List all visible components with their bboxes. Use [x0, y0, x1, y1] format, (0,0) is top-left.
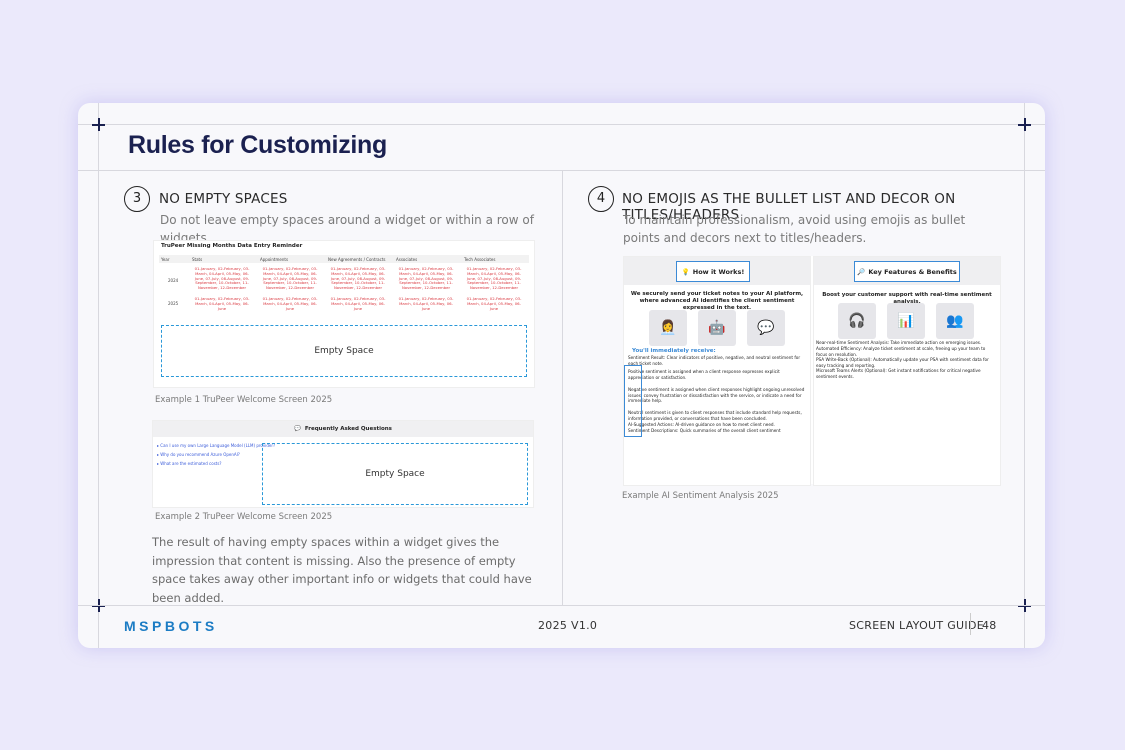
faq-icon: 💬	[294, 426, 301, 432]
table-cell: 01-January, 02-February, 03-March, 04-Ap…	[262, 266, 318, 291]
empty-space-box: Empty Space	[161, 325, 527, 377]
section-heading: NO EMPTY SPACES	[159, 191, 288, 207]
sentiment-faces-icon: 💬	[747, 310, 785, 346]
example-caption: Example 1 TruPeer Welcome Screen 2025	[155, 395, 333, 405]
table-cell: 01-January, 02-February, 03-March, 04-Ap…	[466, 266, 522, 291]
card-text-line: Sentiment Result: Clear indicators of po…	[628, 355, 801, 366]
card-lead: We securely send your ticket notes to yo…	[630, 291, 804, 311]
faq-question: ▸ Why do you recommend Azure OpenAI?	[157, 452, 240, 457]
year-cell: 2025	[168, 301, 179, 306]
robot-icon: 🤖	[698, 310, 736, 346]
column-header: Appointments	[260, 257, 289, 262]
card-text-line: Positive sentiment is assigned when a cl…	[628, 369, 780, 380]
section-description: To maintain professionalism, avoid using…	[623, 213, 966, 245]
page-title: Rules for Customizing	[128, 131, 387, 159]
version-label: 2025 V1.0	[538, 619, 598, 632]
faq-question: ▸ What are the estimated costs?	[157, 461, 222, 466]
year-cell: 2024	[168, 278, 179, 283]
column-header: New Agreements / Contracts	[328, 257, 386, 262]
card-text-line: Negative sentiment is assigned when clie…	[628, 387, 805, 404]
dashboard-icon: 📊	[887, 303, 925, 339]
table-cell: 01-January, 02-February, 03-March, 04-Ap…	[466, 296, 522, 311]
receive-label: You'll immediately receive:	[632, 348, 716, 354]
column-header: Stats	[192, 257, 203, 262]
headset-agent-icon: 🎧	[838, 303, 876, 339]
table-cell: 01-January, 02-February, 03-March, 04-Ap…	[330, 296, 386, 311]
guide-label: SCREEN LAYOUT GUIDE	[849, 619, 984, 632]
example-screenshot-3: 💡 How it Works! We securely send your tic…	[623, 256, 1001, 486]
body-paragraph: The result of having empty spaces within…	[152, 535, 532, 605]
crosshair-icon	[92, 118, 105, 131]
card-text-line: PSA Write-Back (Optional): Automatically…	[816, 357, 989, 368]
how-it-works-card: 💡 How it Works! We securely send your tic…	[623, 256, 811, 486]
example-caption: Example AI Sentiment Analysis 2025	[622, 491, 779, 501]
example-screenshot-1: TruPeer Missing Months Data Entry Remind…	[153, 240, 535, 388]
column-divider	[562, 170, 563, 605]
table-cell: 01-January, 02-February, 03-March, 04-Ap…	[262, 296, 318, 311]
search-icon: 🔎	[857, 267, 866, 276]
footer-divider	[78, 605, 1045, 606]
crosshair-icon	[1018, 118, 1031, 131]
slide: Rules for Customizing 3 NO EMPTY SPACES …	[78, 103, 1045, 648]
table-cell: 01-January, 02-February, 03-March, 04-Ap…	[398, 296, 454, 311]
column-header: Year	[161, 257, 170, 262]
column-header: Tech Associates	[464, 257, 496, 262]
card-text-line: AI-Suggested Actions: AI-driven guidance…	[628, 422, 775, 427]
card-text-line: Near-real-time Sentiment Analysis: Take …	[816, 340, 982, 345]
faq-question: ▸ Can I use my own Large Language Model …	[157, 443, 276, 448]
table-cell: 01-January, 02-February, 03-March, 04-Ap…	[398, 266, 454, 291]
card-header-label: How it Works!	[692, 267, 745, 276]
section-number: 3	[124, 186, 150, 212]
guide-line	[78, 124, 1045, 125]
card-header-button: 💡 How it Works!	[676, 261, 750, 282]
footer-separator	[970, 613, 971, 635]
page-number: 48	[982, 619, 997, 632]
empty-space-box: Empty Space	[262, 443, 528, 505]
support-agent-icon: 👩‍💼	[649, 310, 687, 346]
key-features-card: 🔎 Key Features & Benefits Boost your cust…	[813, 256, 1001, 486]
widget-title: TruPeer Missing Months Data Entry Remind…	[161, 243, 303, 249]
card-header-label: Key Features & Benefits	[868, 267, 957, 276]
faq-title: Frequently Asked Questions	[304, 426, 392, 432]
column-header: Associates	[396, 257, 418, 262]
card-text-line: Sentiment Descriptions: Quick summaries …	[628, 428, 781, 433]
faq-header: 💬 Frequently Asked Questions	[153, 421, 533, 437]
guide-line	[98, 103, 99, 648]
section-number: 4	[588, 186, 614, 212]
table-cell: 01-January, 02-February, 03-March, 04-Ap…	[194, 266, 250, 291]
guide-line	[1024, 103, 1025, 648]
highlight-box	[624, 365, 642, 437]
mspbots-logo: MSPBOTS	[124, 618, 218, 634]
team-icon: 👥	[936, 303, 974, 339]
table-cell: 01-January, 02-February, 03-March, 04-Ap…	[330, 266, 386, 291]
table-cell: 01-January, 02-February, 03-March, 04-Ap…	[194, 296, 250, 311]
card-header-button: 🔎 Key Features & Benefits	[854, 261, 960, 282]
example-caption: Example 2 TruPeer Welcome Screen 2025	[155, 512, 333, 522]
card-text-line: Neutral sentiment is given to client res…	[628, 410, 802, 421]
card-text-line: Automated Efficiency: Analyze ticket sen…	[816, 346, 986, 357]
card-text-line: Microsoft Teams Alerts (Optional): Get i…	[816, 368, 981, 379]
example-screenshot-2: 💬 Frequently Asked Questions ▸ Can I use …	[152, 420, 534, 508]
lightbulb-icon: 💡	[681, 267, 690, 276]
